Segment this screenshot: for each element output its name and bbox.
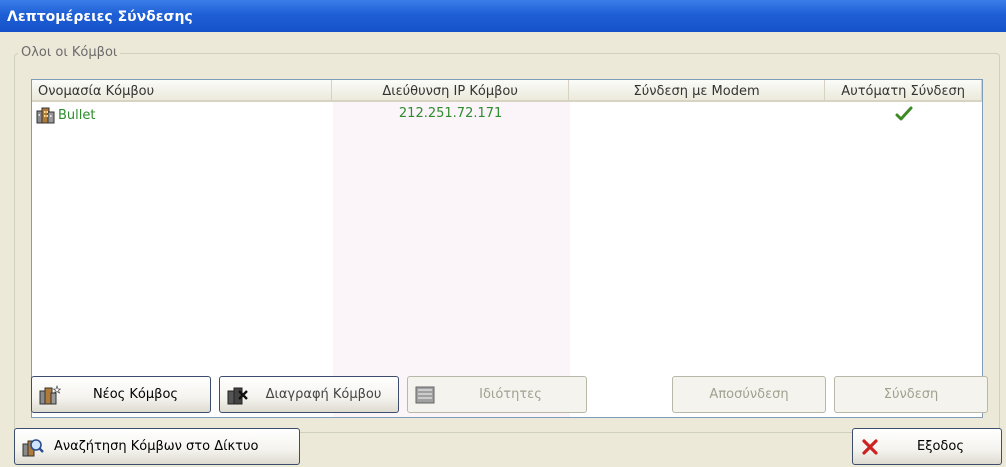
disconnect-button[interactable]: Αποσύνδεση <box>672 376 826 413</box>
group-legend: Ολοι οι Κόμβοι <box>18 45 121 60</box>
node-name-cell: Bullet <box>32 104 332 124</box>
delete-node-label: Διαγραφή Κόμβου <box>265 387 382 402</box>
disconnect-label: Αποσύνδεση <box>709 387 789 402</box>
column-header-auto-connect[interactable]: Αυτόματη Σύνδεση <box>825 80 982 102</box>
properties-button[interactable]: Ιδιότητες <box>407 376 587 413</box>
delete-node-icon <box>227 385 249 405</box>
red-x-icon <box>860 438 880 456</box>
column-header-name[interactable]: Ονομασία Κόμβου <box>32 80 333 102</box>
list-header: Ονομασία Κόμβου Διεύθυνση IP Κόμβου Σύνδ… <box>32 80 982 102</box>
node-ip: 212.251.72.171 <box>398 106 503 121</box>
properties-label: Ιδιότητες <box>479 387 542 402</box>
node-modem <box>569 104 825 124</box>
nodes-list[interactable]: Ονομασία Κόμβου Διεύθυνση IP Κόμβου Σύνδ… <box>31 79 983 418</box>
ip-column-bg <box>333 80 570 417</box>
auto-connect-cell <box>825 104 982 124</box>
new-node-label: Νέος Κόμβος <box>92 387 179 402</box>
building-icon <box>36 107 55 124</box>
building-star-icon <box>39 384 61 405</box>
exit-button[interactable]: Εξοδος <box>852 428 1002 465</box>
search-network-label: Αναζήτηση Κόμβων στο Δίκτυο <box>54 439 259 454</box>
column-header-modem[interactable]: Σύνδεση με Modem <box>568 80 826 102</box>
exit-label: Εξοδος <box>917 439 964 454</box>
node-name: Bullet <box>58 107 96 123</box>
connect-button[interactable]: Σύνδεση <box>834 376 988 413</box>
checkmark-icon <box>895 106 913 121</box>
search-network-button[interactable]: Αναζήτηση Κόμβων στο Δίκτυο <box>14 428 300 465</box>
column-header-ip[interactable]: Διεύθυνση IP Κόμβου <box>332 80 569 102</box>
delete-node-button[interactable]: Διαγραφή Κόμβου <box>219 376 399 413</box>
window-title: Λεπτομέρειες Σύνδεσης <box>0 0 1006 32</box>
connect-label: Σύνδεση <box>883 387 939 402</box>
search-network-icon <box>22 437 44 457</box>
table-row[interactable]: Bullet 212.251.72.171 <box>32 104 982 124</box>
properties-icon <box>415 386 435 404</box>
new-node-button[interactable]: Νέος Κόμβος <box>31 376 211 413</box>
